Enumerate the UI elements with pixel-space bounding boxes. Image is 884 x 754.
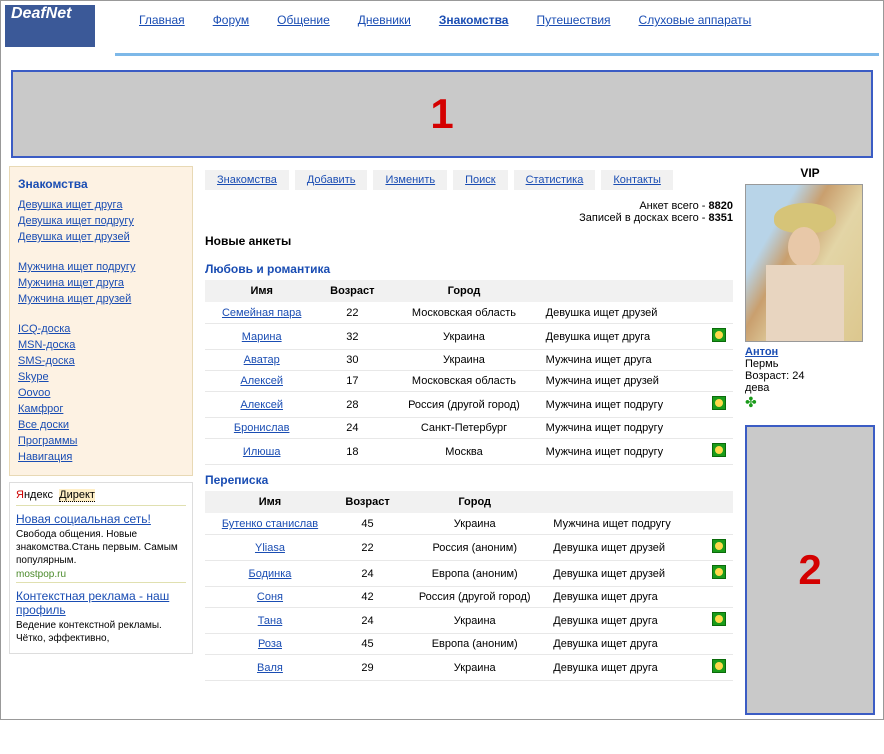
table-row: Бронислав24Санкт-ПетербургМужчина ищет п… xyxy=(205,418,733,439)
profile-link[interactable]: Соня xyxy=(257,591,283,603)
yandex-ndex: ндекс xyxy=(24,489,53,501)
table-row: Илюша18МоскваМужчина ищет подругу xyxy=(205,439,733,465)
ad-desc: Ведение контекстной рекламы. Чётко, эффе… xyxy=(16,619,186,645)
th-age: Возраст xyxy=(318,280,386,303)
table-row: Валя29УкраинаДевушка ищет друга xyxy=(205,655,733,681)
table-row: Аватар30УкраинаМужчина ищет друга xyxy=(205,350,733,371)
sidebar-title: Знакомства xyxy=(18,177,184,191)
ad-domain[interactable]: mostpop.ru xyxy=(16,569,186,580)
table-row: Роза45Европа (аноним)Девушка ищет друга xyxy=(205,634,733,655)
table-row: Соня42Россия (другой город)Девушка ищет … xyxy=(205,587,733,608)
table-row: Марина32УкраинаДевушка ищет друга xyxy=(205,324,733,350)
profile-link[interactable]: Валя xyxy=(257,662,283,674)
topnav-4[interactable]: Знакомства xyxy=(439,13,509,27)
vip-photo[interactable] xyxy=(745,184,863,342)
yandex-direct-link[interactable]: Директ xyxy=(59,489,95,502)
ad-desc: Свобода общения. Новые знакомства.Стань … xyxy=(16,528,186,567)
banner-side[interactable]: 2 xyxy=(745,425,875,715)
th-city: Город xyxy=(386,280,541,303)
th-age: Возраст xyxy=(335,491,400,514)
profile-link[interactable]: Аватар xyxy=(244,354,280,366)
subnav-4[interactable]: Статистика xyxy=(514,170,596,190)
sidebar-link[interactable]: Девушка ищет подругу xyxy=(18,213,184,229)
vip-city: Пермь xyxy=(745,358,778,370)
photo-icon[interactable] xyxy=(712,565,726,579)
sidebar-link[interactable]: MSN-доска xyxy=(18,337,184,353)
clover-icon: ✤ xyxy=(745,394,757,410)
sidebar-link[interactable]: SMS-доска xyxy=(18,353,184,369)
site-logo[interactable]: DeafNet xyxy=(5,5,95,47)
profile-link[interactable]: Алексей xyxy=(240,399,283,411)
subnav-1[interactable]: Добавить xyxy=(295,170,368,190)
yandex-direct-block: Яндекс Директ Новая социальная сеть! Своб… xyxy=(9,482,193,654)
photo-icon[interactable] xyxy=(712,539,726,553)
subnav-2[interactable]: Изменить xyxy=(373,170,447,190)
vip-label: VIP xyxy=(745,166,875,180)
banner-top[interactable]: 1 xyxy=(11,70,873,158)
corr-table: Имя Возраст Город Бутенко станислав45Укр… xyxy=(205,491,733,681)
header-separator xyxy=(115,53,879,56)
table-row: Алексей28Россия (другой город)Мужчина ищ… xyxy=(205,392,733,418)
profile-link[interactable]: Yliasa xyxy=(255,542,285,554)
profile-link[interactable]: Бодинка xyxy=(249,568,292,580)
sidebar-link[interactable]: ICQ-доска xyxy=(18,321,184,337)
profile-link[interactable]: Бутенко станислав xyxy=(222,518,318,530)
photo-icon[interactable] xyxy=(712,659,726,673)
th-name: Имя xyxy=(205,491,335,514)
subnav-3[interactable]: Поиск xyxy=(453,170,507,190)
sidebar-link[interactable]: Мужчина ищет друзей xyxy=(18,291,184,307)
topnav-6[interactable]: Слуховые аппараты xyxy=(639,13,752,27)
stats-block: Анкет всего - 8820 Записей в досках всег… xyxy=(205,200,733,224)
table-row: Семейная пара22Московская областьДевушка… xyxy=(205,303,733,324)
sidebar-link[interactable]: Мужчина ищет подругу xyxy=(18,259,184,275)
yandex-ya: Я xyxy=(16,489,24,501)
love-table: Имя Возраст Город Семейная пара22Московс… xyxy=(205,280,733,465)
subnav-0[interactable]: Знакомства xyxy=(205,170,289,190)
th-city: Город xyxy=(400,491,549,514)
profile-link[interactable]: Семейная пара xyxy=(222,307,301,319)
photo-icon[interactable] xyxy=(712,328,726,342)
sidebar-link[interactable]: Skype xyxy=(18,369,184,385)
sidebar-link[interactable]: Мужчина ищет друга xyxy=(18,275,184,291)
th-name: Имя xyxy=(205,280,318,303)
topnav-1[interactable]: Форум xyxy=(213,13,249,27)
sub-nav: Знакомства ДобавитьИзменить Поиск Статистик… xyxy=(205,170,733,190)
section-corr-title: Переписка xyxy=(205,473,733,487)
photo-icon[interactable] xyxy=(712,396,726,410)
vip-name-link[interactable]: Антон xyxy=(745,346,778,358)
sidebar-link[interactable]: Программы xyxy=(18,433,184,449)
vip-age: Возраст: 24 xyxy=(745,370,805,382)
section-new-title: Новые анкеты xyxy=(205,234,733,248)
topnav-5[interactable]: Путешествия xyxy=(536,13,610,27)
table-row: Алексей17Московская областьМужчина ищет … xyxy=(205,371,733,392)
sidebar-link[interactable]: Oovoo xyxy=(18,385,184,401)
sidebar-box: Знакомства Девушка ищет другаДевушка ище… xyxy=(9,166,193,476)
section-love-title: Любовь и романтика xyxy=(205,262,733,276)
sidebar-link[interactable]: Все доски xyxy=(18,417,184,433)
photo-icon[interactable] xyxy=(712,443,726,457)
table-row: Бодинка24Европа (аноним)Девушка ищет дру… xyxy=(205,561,733,587)
profile-link[interactable]: Роза xyxy=(258,638,282,650)
ad-title[interactable]: Новая социальная сеть! xyxy=(16,512,151,526)
topnav-3[interactable]: Дневники xyxy=(358,13,411,27)
profile-link[interactable]: Илюша xyxy=(243,446,281,458)
table-row: Yliasa22Россия (аноним)Девушка ищет друз… xyxy=(205,535,733,561)
top-nav: Главная Форум Общение Дневники Знакомства Пут… xyxy=(95,5,879,27)
vip-zodiac: дева xyxy=(745,382,769,394)
profile-link[interactable]: Бронислав xyxy=(234,422,290,434)
photo-icon[interactable] xyxy=(712,612,726,626)
topnav-2[interactable]: Общение xyxy=(277,13,330,27)
profile-link[interactable]: Алексей xyxy=(240,375,283,387)
profile-link[interactable]: Марина xyxy=(242,331,282,343)
table-row: Бутенко станислав45УкраинаМужчина ищет п… xyxy=(205,514,733,535)
subnav-5[interactable]: Контакты xyxy=(601,170,673,190)
ad-title[interactable]: Контекстная реклама - наш профиль xyxy=(16,589,169,617)
sidebar-link[interactable]: Навигация xyxy=(18,449,184,465)
sidebar-link[interactable]: Девушка ищет друзей xyxy=(18,229,184,245)
sidebar-link[interactable]: Камфрог xyxy=(18,401,184,417)
topnav-0[interactable]: Главная xyxy=(139,13,185,27)
sidebar-link[interactable]: Девушка ищет друга xyxy=(18,197,184,213)
profile-link[interactable]: Тана xyxy=(258,615,283,627)
table-row: Тана24УкраинаДевушка ищет друга xyxy=(205,608,733,634)
